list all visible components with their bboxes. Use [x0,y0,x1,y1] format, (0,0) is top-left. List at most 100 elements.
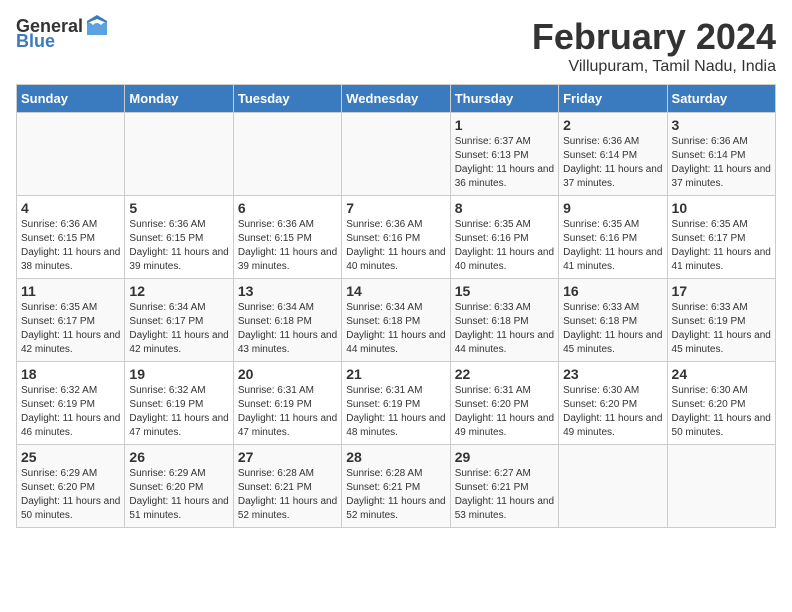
day-number: 27 [238,449,337,465]
weekday-header-row: SundayMondayTuesdayWednesdayThursdayFrid… [17,85,776,113]
day-info: Sunrise: 6:37 AM Sunset: 6:13 PM Dayligh… [455,135,554,191]
day-number: 3 [672,117,771,133]
calendar-cell: 1 Sunrise: 6:37 AM Sunset: 6:13 PM Daylig… [450,113,558,196]
calendar-cell [125,113,233,196]
weekday-header-thursday: Thursday [450,85,558,113]
calendar-cell: 28 Sunrise: 6:28 AM Sunset: 6:21 PM Dayli… [342,445,450,528]
day-number: 4 [21,200,120,216]
day-number: 13 [238,283,337,299]
calendar-cell: 24 Sunrise: 6:30 AM Sunset: 6:20 PM Dayli… [667,362,775,445]
weekday-header-wednesday: Wednesday [342,85,450,113]
calendar-cell: 26 Sunrise: 6:29 AM Sunset: 6:20 PM Dayli… [125,445,233,528]
calendar-table: SundayMondayTuesdayWednesdayThursdayFrid… [16,84,776,528]
location-subtitle: Villupuram, Tamil Nadu, India [532,58,776,76]
calendar-week-2: 11 Sunrise: 6:35 AM Sunset: 6:17 PM Dayli… [17,279,776,362]
day-number: 2 [563,117,662,133]
day-number: 22 [455,366,554,382]
calendar-cell: 22 Sunrise: 6:31 AM Sunset: 6:20 PM Dayli… [450,362,558,445]
day-info: Sunrise: 6:36 AM Sunset: 6:15 PM Dayligh… [21,218,120,274]
calendar-cell: 27 Sunrise: 6:28 AM Sunset: 6:21 PM Dayli… [233,445,341,528]
day-info: Sunrise: 6:33 AM Sunset: 6:18 PM Dayligh… [563,301,662,357]
day-info: Sunrise: 6:34 AM Sunset: 6:17 PM Dayligh… [129,301,228,357]
logo: General Blue [16,16,109,52]
day-info: Sunrise: 6:35 AM Sunset: 6:16 PM Dayligh… [455,218,554,274]
day-number: 29 [455,449,554,465]
day-number: 26 [129,449,228,465]
calendar-cell: 17 Sunrise: 6:33 AM Sunset: 6:19 PM Dayli… [667,279,775,362]
day-info: Sunrise: 6:35 AM Sunset: 6:17 PM Dayligh… [21,301,120,357]
day-info: Sunrise: 6:34 AM Sunset: 6:18 PM Dayligh… [238,301,337,357]
day-number: 28 [346,449,445,465]
calendar-cell: 14 Sunrise: 6:34 AM Sunset: 6:18 PM Dayli… [342,279,450,362]
calendar-cell [233,113,341,196]
calendar-cell: 2 Sunrise: 6:36 AM Sunset: 6:14 PM Daylig… [559,113,667,196]
calendar-cell: 21 Sunrise: 6:31 AM Sunset: 6:19 PM Dayli… [342,362,450,445]
day-info: Sunrise: 6:36 AM Sunset: 6:15 PM Dayligh… [238,218,337,274]
day-number: 9 [563,200,662,216]
day-number: 21 [346,366,445,382]
day-info: Sunrise: 6:36 AM Sunset: 6:14 PM Dayligh… [672,135,771,191]
calendar-cell: 19Sunrise: 6:32 AM Sunset: 6:19 PM Dayli… [125,362,233,445]
month-title: February 2024 [532,16,776,58]
page-header: General Blue February 2024 Villupuram, T… [16,16,776,76]
day-info: Sunrise: 6:28 AM Sunset: 6:21 PM Dayligh… [346,467,445,523]
day-info: Sunrise: 6:32 AM Sunset: 6:19 PM Dayligh… [21,384,120,440]
weekday-header-monday: Monday [125,85,233,113]
day-number: 15 [455,283,554,299]
day-number: 14 [346,283,445,299]
calendar-cell: 13 Sunrise: 6:34 AM Sunset: 6:18 PM Dayli… [233,279,341,362]
day-info: Sunrise: 6:31 AM Sunset: 6:19 PM Dayligh… [238,384,337,440]
day-number: 23 [563,366,662,382]
day-number: 11 [21,283,120,299]
day-info: Sunrise: 6:31 AM Sunset: 6:20 PM Dayligh… [455,384,554,440]
day-info: Sunrise: 6:29 AM Sunset: 6:20 PM Dayligh… [129,467,228,523]
calendar-cell: 23 Sunrise: 6:30 AM Sunset: 6:20 PM Dayli… [559,362,667,445]
day-number: 6 [238,200,337,216]
day-info: Sunrise: 6:34 AM Sunset: 6:18 PM Dayligh… [346,301,445,357]
calendar-cell [342,113,450,196]
logo-blue: Blue [16,31,55,52]
day-number: 7 [346,200,445,216]
calendar-cell [17,113,125,196]
day-info: Sunrise: 6:30 AM Sunset: 6:20 PM Dayligh… [672,384,771,440]
day-info: Sunrise: 6:28 AM Sunset: 6:21 PM Dayligh… [238,467,337,523]
weekday-header-sunday: Sunday [17,85,125,113]
day-number: 16 [563,283,662,299]
calendar-cell: 29 Sunrise: 6:27 AM Sunset: 6:21 PM Dayli… [450,445,558,528]
weekday-header-saturday: Saturday [667,85,775,113]
calendar-week-3: 18 Sunrise: 6:32 AM Sunset: 6:19 PM Dayli… [17,362,776,445]
calendar-cell [667,445,775,528]
day-info: Sunrise: 6:35 AM Sunset: 6:17 PM Dayligh… [672,218,771,274]
day-info: Sunrise: 6:30 AM Sunset: 6:20 PM Dayligh… [563,384,662,440]
calendar-cell: 12 Sunrise: 6:34 AM Sunset: 6:17 PM Dayli… [125,279,233,362]
day-info: Sunrise: 6:36 AM Sunset: 6:16 PM Dayligh… [346,218,445,274]
calendar-cell: 15 Sunrise: 6:33 AM Sunset: 6:18 PM Dayli… [450,279,558,362]
calendar-cell: 10 Sunrise: 6:35 AM Sunset: 6:17 PM Dayli… [667,196,775,279]
day-number: 17 [672,283,771,299]
calendar-week-1: 4 Sunrise: 6:36 AM Sunset: 6:15 PM Daylig… [17,196,776,279]
calendar-cell: 7 Sunrise: 6:36 AM Sunset: 6:16 PM Daylig… [342,196,450,279]
day-number: 1 [455,117,554,133]
day-number: 25 [21,449,120,465]
day-info: Sunrise: 6:29 AM Sunset: 6:20 PM Dayligh… [21,467,120,523]
day-info: Sunrise: 6:33 AM Sunset: 6:19 PM Dayligh… [672,301,771,357]
day-number: 8 [455,200,554,216]
calendar-cell: 16 Sunrise: 6:33 AM Sunset: 6:18 PM Dayli… [559,279,667,362]
calendar-cell: 4 Sunrise: 6:36 AM Sunset: 6:15 PM Daylig… [17,196,125,279]
day-number: 24 [672,366,771,382]
day-info: Sunrise: 6:27 AM Sunset: 6:21 PM Dayligh… [455,467,554,523]
title-block: February 2024 Villupuram, Tamil Nadu, In… [532,16,776,76]
calendar-cell: 11 Sunrise: 6:35 AM Sunset: 6:17 PM Dayli… [17,279,125,362]
calendar-cell [559,445,667,528]
day-number: 12 [129,283,228,299]
day-info: Sunrise: 6:33 AM Sunset: 6:18 PM Dayligh… [455,301,554,357]
day-info: Sunrise: 6:31 AM Sunset: 6:19 PM Dayligh… [346,384,445,440]
day-info: Sunrise: 6:36 AM Sunset: 6:14 PM Dayligh… [563,135,662,191]
day-number: 10 [672,200,771,216]
day-number: 18 [21,366,120,382]
calendar-cell: 25 Sunrise: 6:29 AM Sunset: 6:20 PM Dayli… [17,445,125,528]
calendar-cell: 9Sunrise: 6:35 AM Sunset: 6:16 PM Daylig… [559,196,667,279]
day-number: 20 [238,366,337,382]
day-number: 19 [129,366,228,382]
weekday-header-friday: Friday [559,85,667,113]
